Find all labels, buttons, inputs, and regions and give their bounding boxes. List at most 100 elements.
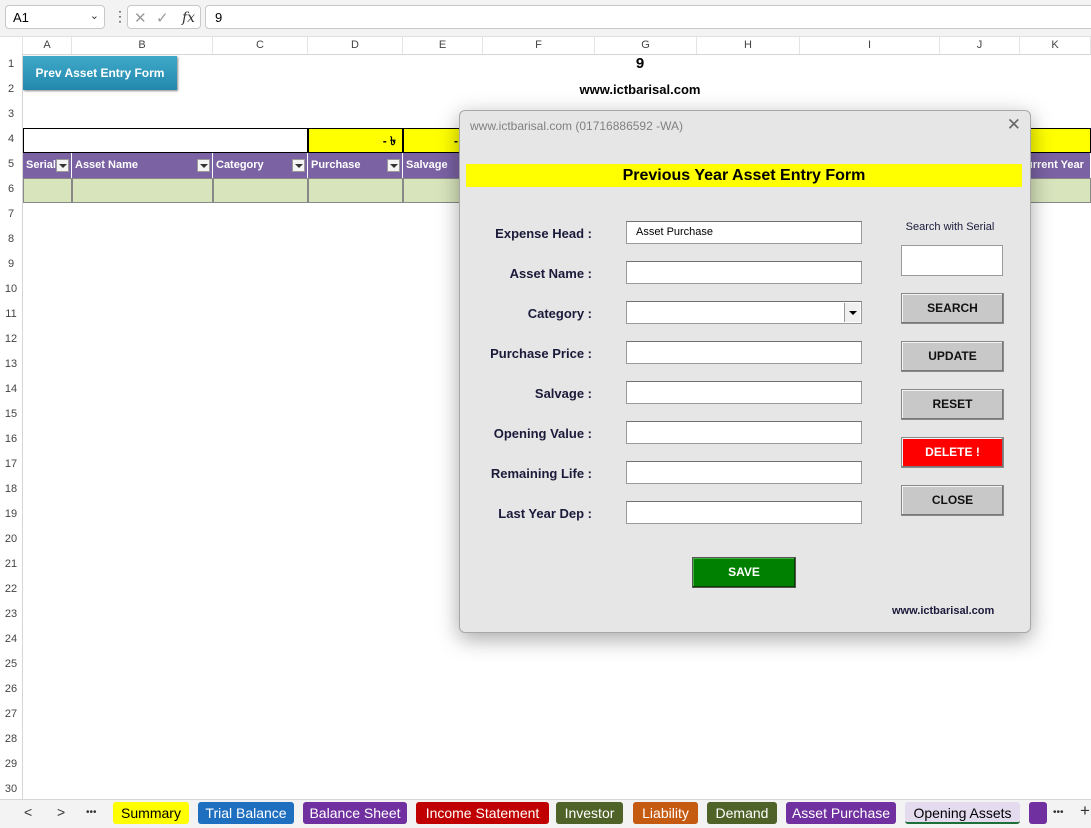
table-header-purchase[interactable]: Purchase (308, 153, 403, 178)
more-icon[interactable]: ••• (86, 807, 97, 818)
remaining-life-input[interactable] (626, 461, 862, 484)
select-all-corner[interactable] (0, 37, 23, 54)
row-header[interactable]: 21 (0, 558, 22, 570)
formula-input[interactable]: 9 (205, 5, 1091, 29)
row-header[interactable]: 12 (0, 333, 22, 345)
reset-button[interactable]: RESET (901, 389, 1004, 420)
update-button[interactable]: UPDATE (901, 341, 1004, 372)
column-header[interactable]: F (483, 37, 595, 54)
sheet-tab[interactable]: Opening Assets (905, 802, 1020, 824)
more-vertical-icon[interactable]: ⋮ (113, 8, 127, 25)
table-cell[interactable] (23, 178, 72, 203)
column-header[interactable]: J (940, 37, 1020, 54)
column-header[interactable]: A (23, 37, 72, 54)
table-header-category[interactable]: Category (213, 153, 308, 178)
close-icon[interactable]: ✕ (1007, 115, 1021, 135)
row-header[interactable]: 28 (0, 733, 22, 745)
sheet-tab-overflow[interactable] (1029, 802, 1047, 824)
row-header[interactable]: 27 (0, 708, 22, 720)
row-header[interactable]: 30 (0, 783, 22, 795)
row-header[interactable]: 11 (0, 308, 22, 320)
purchase-price-input[interactable] (626, 341, 862, 364)
table-header-asset-name[interactable]: Asset Name (72, 153, 213, 178)
column-header[interactable]: B (72, 37, 213, 54)
expense-head-input[interactable]: Asset Purchase (626, 221, 862, 244)
row-header[interactable]: 8 (0, 233, 22, 245)
row-header[interactable]: 20 (0, 533, 22, 545)
column-header[interactable]: C (213, 37, 308, 54)
table-cell[interactable] (72, 178, 213, 203)
table-header-salvage[interactable]: Salvage (403, 153, 463, 178)
row-header[interactable]: 16 (0, 433, 22, 445)
field-label-category: Category : (527, 306, 592, 321)
row4-purchase-total[interactable]: - ৳ (308, 128, 403, 153)
table-header-serial[interactable]: Serial (23, 153, 72, 178)
row-header[interactable]: 4 (0, 133, 22, 145)
name-box[interactable]: A1 ⌄ (5, 5, 105, 29)
search-serial-input[interactable] (901, 245, 1003, 276)
close-button[interactable]: CLOSE (901, 485, 1004, 516)
chevron-down-icon[interactable]: ⌄ (90, 9, 99, 22)
tab-prev-icon[interactable]: < (24, 804, 32, 820)
sheet-tab[interactable]: Asset Purchase (786, 802, 896, 824)
column-header[interactable]: I (800, 37, 940, 54)
table-cell[interactable] (308, 178, 403, 203)
column-headers: A B C D E F G H I J K (0, 37, 1091, 55)
row-header[interactable]: 19 (0, 508, 22, 520)
row-header[interactable]: 18 (0, 483, 22, 495)
check-icon[interactable]: ✓ (156, 9, 169, 27)
add-sheet-icon[interactable]: + (1080, 801, 1090, 821)
filter-dropdown-icon[interactable] (292, 159, 305, 172)
delete-button[interactable]: DELETE ! (901, 437, 1004, 468)
row-header[interactable]: 24 (0, 633, 22, 645)
row-header[interactable]: 26 (0, 683, 22, 695)
row-header[interactable]: 23 (0, 608, 22, 620)
row-header[interactable]: 9 (0, 258, 22, 270)
opening-value-input[interactable] (626, 421, 862, 444)
row-header[interactable]: 22 (0, 583, 22, 595)
sheet-tab[interactable]: Demand (707, 802, 777, 824)
row-header[interactable]: 1 (0, 58, 22, 70)
category-select[interactable] (626, 301, 862, 324)
sheet-tab[interactable]: Balance Sheet (303, 802, 407, 824)
row-header[interactable]: 29 (0, 758, 22, 770)
prev-asset-entry-form-button[interactable]: Prev Asset Entry Form (23, 56, 177, 90)
sheet-tab[interactable]: Income Statement (416, 802, 549, 824)
row-header[interactable]: 13 (0, 358, 22, 370)
sheet-tab[interactable]: Investor (556, 802, 623, 824)
sheet-tab[interactable]: Liability (633, 802, 698, 824)
row-header[interactable]: 15 (0, 408, 22, 420)
function-icon[interactable]: fx (182, 10, 195, 26)
chevron-down-icon[interactable] (844, 303, 860, 322)
more-icon[interactable]: ••• (1053, 807, 1064, 818)
sheet-tab[interactable]: Summary (113, 802, 189, 824)
column-header[interactable]: G (595, 37, 697, 54)
row-header[interactable]: 3 (0, 108, 22, 120)
filter-dropdown-icon[interactable] (387, 159, 400, 172)
row-header[interactable]: 7 (0, 208, 22, 220)
row-header[interactable]: 25 (0, 658, 22, 670)
search-button[interactable]: SEARCH (901, 293, 1004, 324)
asset-name-input[interactable] (626, 261, 862, 284)
last-year-dep-input[interactable] (626, 501, 862, 524)
row-header[interactable]: 10 (0, 283, 22, 295)
row-header[interactable]: 17 (0, 458, 22, 470)
save-button[interactable]: SAVE (692, 557, 796, 588)
table-cell[interactable] (213, 178, 308, 203)
cancel-icon[interactable]: ✕ (134, 9, 147, 27)
row-header[interactable]: 2 (0, 83, 22, 95)
row-header[interactable]: 6 (0, 183, 22, 195)
row-header[interactable]: 5 (0, 158, 22, 170)
column-header[interactable]: E (403, 37, 483, 54)
filter-dropdown-icon[interactable] (197, 159, 210, 172)
row4-cell-range[interactable] (23, 128, 308, 153)
salvage-input[interactable] (626, 381, 862, 404)
filter-dropdown-icon[interactable] (56, 159, 69, 172)
column-header[interactable]: D (308, 37, 403, 54)
column-header[interactable]: K (1020, 37, 1091, 54)
header-label: Salvage (406, 159, 448, 171)
sheet-tab[interactable]: Trial Balance (198, 802, 294, 824)
row-header[interactable]: 14 (0, 383, 22, 395)
column-header[interactable]: H (697, 37, 800, 54)
tab-next-icon[interactable]: > (57, 804, 65, 820)
